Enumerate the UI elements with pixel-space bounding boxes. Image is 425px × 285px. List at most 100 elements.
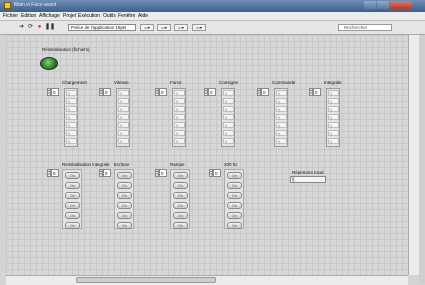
local-directory-path: § xyxy=(290,176,326,183)
menu-outils[interactable]: Outils xyxy=(103,13,116,19)
boolean-button[interactable]: On xyxy=(227,222,242,229)
array-index-control[interactable]: ▴ ▾ 0 xyxy=(99,169,111,177)
index-value[interactable]: 0 xyxy=(103,88,111,96)
numeric-cell: 0 xyxy=(223,90,234,96)
boolean-button[interactable]: On xyxy=(117,212,132,219)
numeric-cell: 0 xyxy=(328,106,339,112)
boolean-button[interactable]: On xyxy=(227,212,242,219)
index-value[interactable]: 0 xyxy=(208,88,216,96)
minimize-button[interactable] xyxy=(364,1,376,9)
menu-affichage[interactable]: Affichage xyxy=(39,13,60,19)
array-label: Integrale xyxy=(324,80,342,85)
reorder-button[interactable]: ▭▾ xyxy=(192,24,206,31)
abort-icon[interactable]: ● xyxy=(36,24,43,31)
boolean-button[interactable]: On xyxy=(173,172,188,179)
distribute-button[interactable]: ▭▾ xyxy=(157,24,171,31)
numeric-array-frame: 0 0 0 0 0 0 0 xyxy=(64,88,78,147)
numeric-array-frame: 0 0 0 0 0 0 0 xyxy=(274,88,288,147)
numeric-cell: 0 xyxy=(174,130,185,136)
pause-icon[interactable]: ❚❚ xyxy=(45,24,55,31)
boolean-array-frame: On On On On On On xyxy=(62,169,82,229)
boolean-button[interactable]: On xyxy=(117,182,132,189)
index-value[interactable]: 0 xyxy=(213,169,221,177)
front-panel xyxy=(6,35,408,275)
run-continuous-icon[interactable]: ⟳ xyxy=(27,24,34,31)
index-value[interactable]: 0 xyxy=(159,88,167,96)
font-selector[interactable]: Police de l'application 15pts xyxy=(68,24,136,31)
boolean-button[interactable]: On xyxy=(65,172,80,179)
numeric-cell: 0 xyxy=(223,106,234,112)
numeric-cell: 0 xyxy=(276,138,287,144)
menu-fenetre[interactable]: Fenêtre xyxy=(118,13,135,19)
array-label: Vitesse xyxy=(114,80,129,85)
numeric-cell: 0 xyxy=(66,122,77,128)
array-index-control[interactable]: ▴ ▾ 0 xyxy=(204,88,216,96)
boolean-button[interactable]: On xyxy=(117,172,132,179)
boolean-button[interactable]: On xyxy=(173,202,188,209)
index-value[interactable]: 0 xyxy=(159,169,167,177)
resize-button[interactable]: ▭▾ xyxy=(174,24,188,31)
numeric-cell: 0 xyxy=(174,98,185,104)
numeric-cell: 0 xyxy=(174,90,185,96)
boolean-button[interactable]: On xyxy=(65,212,80,219)
numeric-cell: 0 xyxy=(174,138,185,144)
boolean-array-frame: On On On On On On xyxy=(114,169,134,229)
numeric-cell: 0 xyxy=(118,130,129,136)
array-index-control[interactable]: ▴ ▾ 0 xyxy=(257,88,269,96)
window-right-border xyxy=(419,35,425,284)
reset-files-button[interactable] xyxy=(40,57,58,70)
horizontal-scroll-thumb[interactable] xyxy=(76,277,216,283)
align-button[interactable]: ▭▾ xyxy=(140,24,154,31)
boolean-button[interactable]: On xyxy=(227,182,242,189)
array-index-control[interactable]: ▴ ▾ 0 xyxy=(47,88,59,96)
menu-aide[interactable]: Aide xyxy=(138,13,148,19)
close-button[interactable] xyxy=(390,1,412,9)
boolean-button[interactable]: On xyxy=(173,182,188,189)
index-value[interactable]: 0 xyxy=(103,169,111,177)
index-value[interactable]: 0 xyxy=(313,88,321,96)
boolean-button[interactable]: On xyxy=(65,192,80,199)
numeric-cell: 0 xyxy=(66,90,77,96)
array-index-control[interactable]: ▴ ▾ 0 xyxy=(155,169,167,177)
numeric-cell: 0 xyxy=(118,90,129,96)
boolean-button[interactable]: On xyxy=(65,222,80,229)
array-index-control[interactable]: ▴ ▾ 0 xyxy=(47,169,59,177)
run-arrow-icon[interactable]: ➜ xyxy=(18,24,25,31)
array-index-control[interactable]: ▴ ▾ 0 xyxy=(309,88,321,96)
boolean-button[interactable]: On xyxy=(173,222,188,229)
menu-fichier[interactable]: Fichier xyxy=(3,13,18,19)
boolean-button[interactable]: On xyxy=(173,192,188,199)
boolean-button[interactable]: On xyxy=(227,202,242,209)
numeric-cell: 0 xyxy=(118,138,129,144)
numeric-array-frame: 0 0 0 0 0 0 0 xyxy=(116,88,130,147)
boolean-button[interactable]: On xyxy=(173,212,188,219)
array-index-control[interactable]: ▴ ▾ 0 xyxy=(155,88,167,96)
numeric-cell: 0 xyxy=(223,114,234,120)
array-label: Consigne xyxy=(219,80,239,85)
index-value[interactable]: 0 xyxy=(261,88,269,96)
menu-edition[interactable]: Edition xyxy=(21,13,36,19)
menu-execution[interactable]: Exécution xyxy=(78,13,100,19)
array-label: Chargement xyxy=(62,80,87,85)
numeric-cell: 0 xyxy=(328,122,339,128)
bool-array-label: Rampe xyxy=(170,162,185,167)
bool-array-label: Reinitialisation integrale xyxy=(62,162,110,167)
boolean-button[interactable]: On xyxy=(227,192,242,199)
boolean-button[interactable]: On xyxy=(227,172,242,179)
numeric-cell: 0 xyxy=(328,114,339,120)
boolean-button[interactable]: On xyxy=(117,202,132,209)
maximize-button[interactable] xyxy=(377,1,389,9)
labview-app-icon xyxy=(4,2,11,9)
boolean-button[interactable]: On xyxy=(117,222,132,229)
menu-projet[interactable]: Projet xyxy=(63,13,76,19)
boolean-button[interactable]: On xyxy=(65,202,80,209)
search-input[interactable]: Rechercher xyxy=(338,24,392,31)
boolean-button[interactable]: On xyxy=(117,192,132,199)
array-index-control[interactable]: ▴ ▾ 0 xyxy=(209,169,221,177)
index-value[interactable]: 0 xyxy=(51,88,59,96)
numeric-array-frame: 0 0 0 0 0 0 0 xyxy=(326,88,340,147)
boolean-button[interactable]: On xyxy=(65,182,80,189)
array-index-control[interactable]: ▴ ▾ 0 xyxy=(99,88,111,96)
index-value[interactable]: 0 xyxy=(51,169,59,177)
numeric-cell: 0 xyxy=(276,114,287,120)
